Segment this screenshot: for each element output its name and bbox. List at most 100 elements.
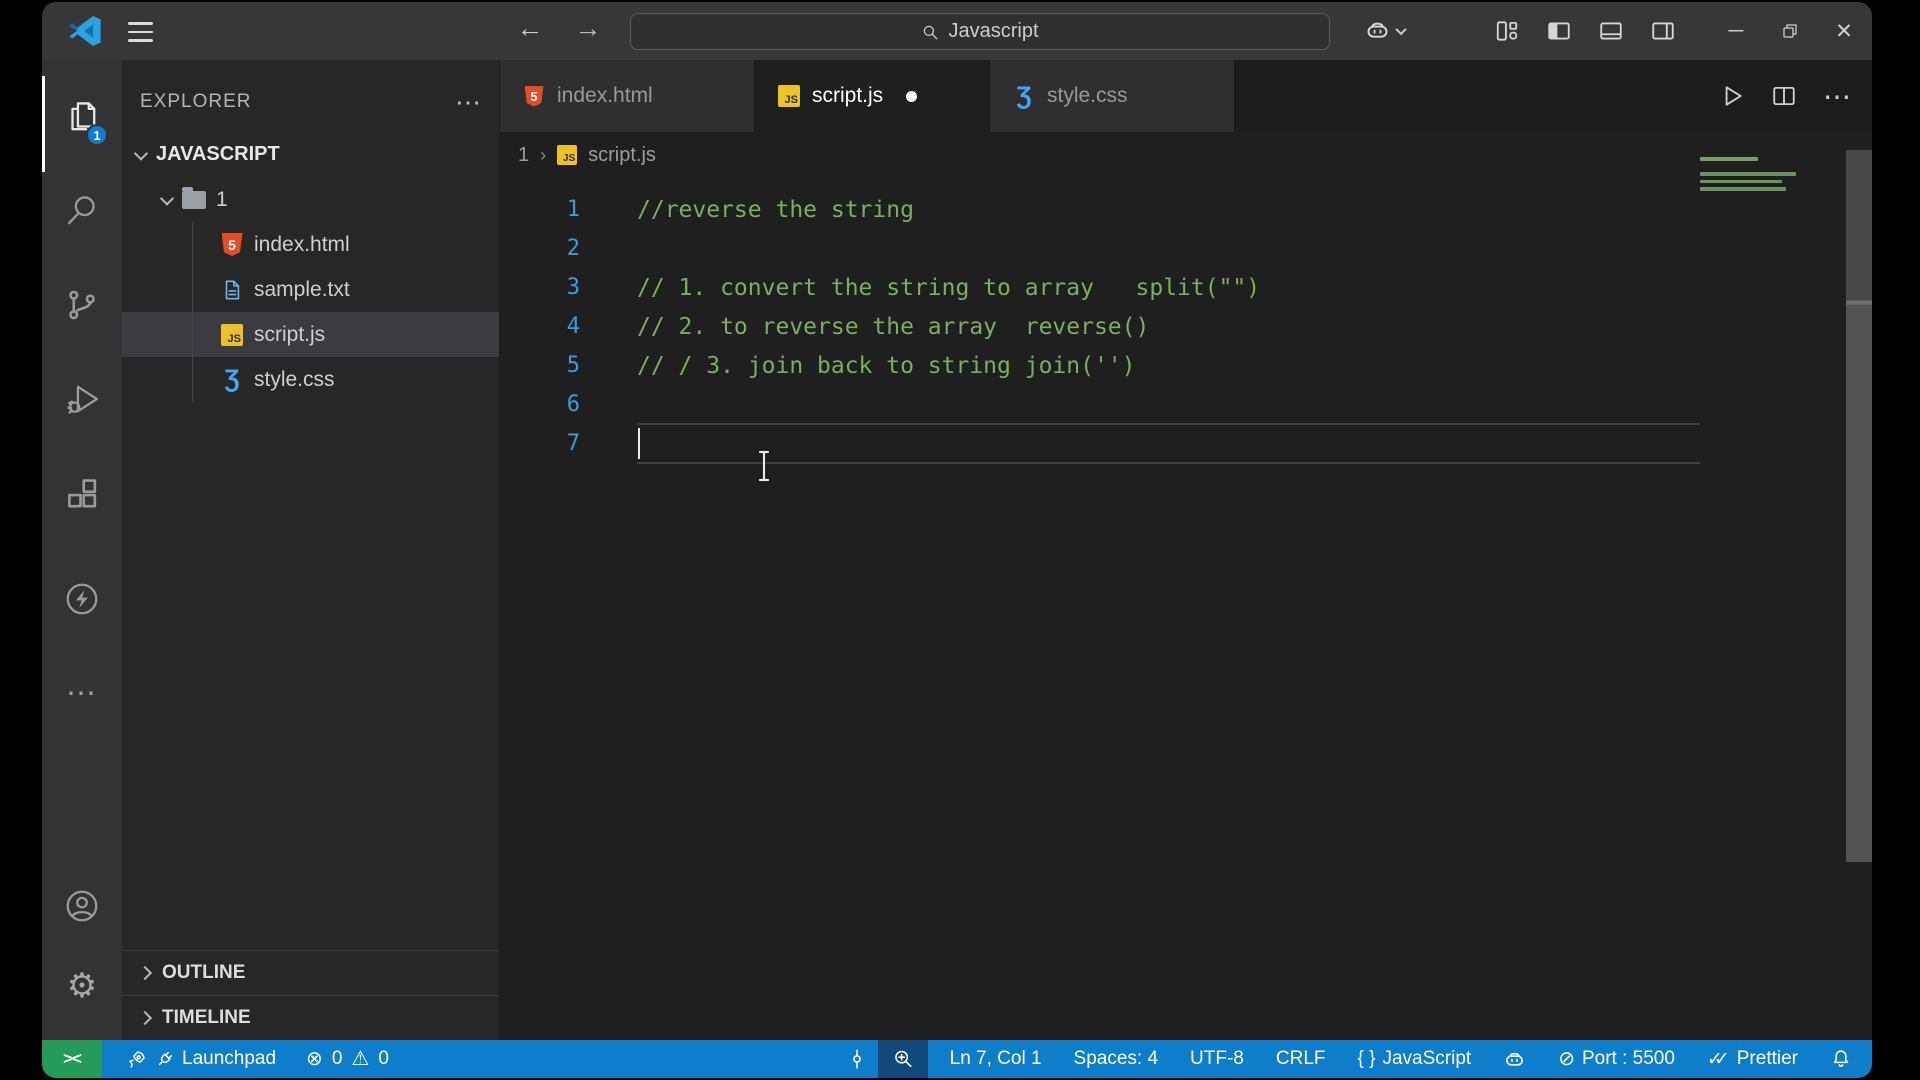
sidebar-item-run-debug[interactable] [42, 352, 122, 446]
tree-item-sample-txt[interactable]: sample.txt [122, 267, 499, 312]
search-icon [67, 196, 95, 225]
line-number: 3 [566, 275, 580, 300]
toggle-sidebar-icon[interactable] [1542, 15, 1576, 47]
copilot-status-button[interactable] [1503, 1048, 1526, 1071]
toggle-panel-icon[interactable] [1594, 15, 1628, 47]
launchpad-button[interactable]: Launchpad [126, 1048, 276, 1070]
screencast-button[interactable] [846, 1048, 868, 1070]
status-bar: >< Launchpad ⊗ 0 ⚠ 0 Ln 7, Col 1 Spaces:… [42, 1040, 1872, 1078]
js-icon: JS [221, 323, 243, 346]
line-number: 6 [566, 392, 580, 417]
copilot-menu[interactable] [1364, 17, 1407, 44]
tree-folder-1[interactable]: 1 [122, 177, 499, 222]
line-number: 5 [566, 353, 580, 378]
outline-section[interactable]: OUTLINE [122, 950, 499, 995]
folder-icon [182, 186, 206, 209]
remote-indicator[interactable]: >< [42, 1040, 102, 1078]
tree-item-style-css[interactable]: Ʒ style.css [122, 357, 499, 402]
toggle-secondary-sidebar-icon[interactable] [1646, 15, 1680, 47]
minimize-button[interactable]: ─ [1721, 15, 1751, 47]
explorer-header: EXPLORER ⋯ [122, 72, 499, 132]
line-text: //reverse the string [637, 196, 914, 223]
code-line: 7 [500, 424, 1872, 463]
forward-button[interactable]: → [570, 13, 606, 44]
code-editor[interactable]: 1 //reverse the string 2 3 // 1. convert… [500, 178, 1872, 1040]
breadcrumb-file[interactable]: script.js [588, 144, 656, 167]
prettier-status[interactable]: ✓✓ Prettier [1707, 1048, 1798, 1071]
chevron-down-icon [159, 191, 175, 206]
line-text: // / 3. join back to string join('') [637, 352, 1136, 379]
more-views-button[interactable]: ⋯ [42, 646, 122, 740]
bell-icon [1833, 1050, 1849, 1067]
close-button[interactable]: ✕ [1829, 15, 1859, 47]
settings-button[interactable]: ⚙ [42, 946, 122, 1026]
encoding[interactable]: UTF-8 [1190, 1048, 1244, 1070]
live-server-port[interactable]: ⊘ Port : 5500 [1558, 1048, 1675, 1070]
source-control-icon [69, 290, 95, 320]
workspace-root[interactable]: JAVASCRIPT [122, 132, 499, 177]
tab-label: style.css [1047, 84, 1128, 107]
rocket-icon [129, 1050, 145, 1068]
menu-icon[interactable] [128, 22, 153, 42]
command-center-search[interactable]: Javascript [630, 13, 1330, 50]
line-text: // 1. convert the string to array split(… [637, 274, 1261, 301]
indentation[interactable]: Spaces: 4 [1074, 1048, 1159, 1070]
sidebar-item-search[interactable] [42, 164, 122, 258]
run-file-button[interactable] [1719, 83, 1745, 109]
layout-controls [1490, 15, 1680, 47]
customize-layout-icon[interactable] [1490, 15, 1524, 47]
back-button[interactable]: ← [512, 13, 548, 44]
explorer-more-icon[interactable]: ⋯ [455, 87, 481, 118]
code-line: 6 [500, 385, 1872, 424]
screencast-icon [852, 1049, 861, 1069]
language-label: JavaScript [1382, 1048, 1472, 1069]
minimap[interactable] [1700, 157, 1796, 195]
activity-bar: 1 ⋯ ⚙ [42, 60, 122, 1040]
language-mode[interactable]: { } JavaScript [1358, 1048, 1472, 1070]
chevron-right-icon [137, 1010, 153, 1026]
line-number: 1 [566, 197, 580, 222]
sidebar-item-explorer[interactable]: 1 [42, 70, 122, 172]
file-tree: JAVASCRIPT 1 5 index.html sample.txt JS … [122, 132, 499, 402]
tab-bar: 5 index.html JS script.js Ʒ style.css ⋯ [500, 60, 1872, 132]
ellipsis-icon: ⋯ [66, 676, 98, 710]
file-label: index.html [254, 232, 350, 256]
tree-item-index-html[interactable]: 5 index.html [122, 222, 499, 267]
restore-button[interactable] [1775, 15, 1805, 47]
lightning-icon [66, 583, 98, 615]
eol-sequence[interactable]: CRLF [1276, 1048, 1326, 1070]
copilot-icon [1506, 1052, 1524, 1066]
file-label: style.css [254, 367, 335, 391]
notifications-button[interactable] [1830, 1048, 1852, 1070]
sidebar-item-source-control[interactable] [42, 258, 122, 352]
problems-button[interactable]: ⊗ 0 ⚠ 0 [306, 1048, 389, 1070]
folder-label: 1 [216, 187, 228, 211]
plug-icon [158, 1051, 173, 1065]
chevron-down-icon [1395, 23, 1407, 35]
tree-item-script-js[interactable]: JS script.js [122, 312, 499, 357]
breadcrumb-folder[interactable]: 1 [518, 144, 529, 167]
warning-count: 0 [378, 1048, 389, 1069]
code-line: 2 [500, 229, 1872, 268]
cursor-position[interactable]: Ln 7, Col 1 [950, 1048, 1042, 1070]
sidebar-item-thunder[interactable] [42, 552, 122, 646]
warning-icon: ⚠ [351, 1048, 370, 1070]
timeline-section[interactable]: TIMELINE [122, 995, 499, 1040]
modified-dot[interactable] [906, 90, 918, 102]
tab-style-css[interactable]: Ʒ style.css [990, 60, 1235, 132]
tab-index-html[interactable]: 5 index.html [500, 60, 755, 132]
text-cursor [638, 428, 640, 459]
text-file-icon [225, 280, 240, 299]
section-label: OUTLINE [162, 962, 246, 983]
split-editor-button[interactable] [1771, 83, 1797, 109]
mouse-ibeam-cursor [758, 450, 770, 482]
account-button[interactable] [42, 866, 122, 946]
vertical-scrollbar[interactable] [1846, 150, 1872, 862]
zoom-in-button[interactable] [877, 1040, 928, 1078]
tab-label: script.js [812, 84, 884, 107]
tab-script-js[interactable]: JS script.js [755, 60, 990, 132]
title-bar: ← → Javascript ─ ✕ [42, 2, 1872, 60]
sidebar-item-extensions[interactable] [42, 446, 122, 540]
editor-more-button[interactable]: ⋯ [1823, 80, 1852, 113]
launchpad-label: Launchpad [182, 1048, 277, 1069]
